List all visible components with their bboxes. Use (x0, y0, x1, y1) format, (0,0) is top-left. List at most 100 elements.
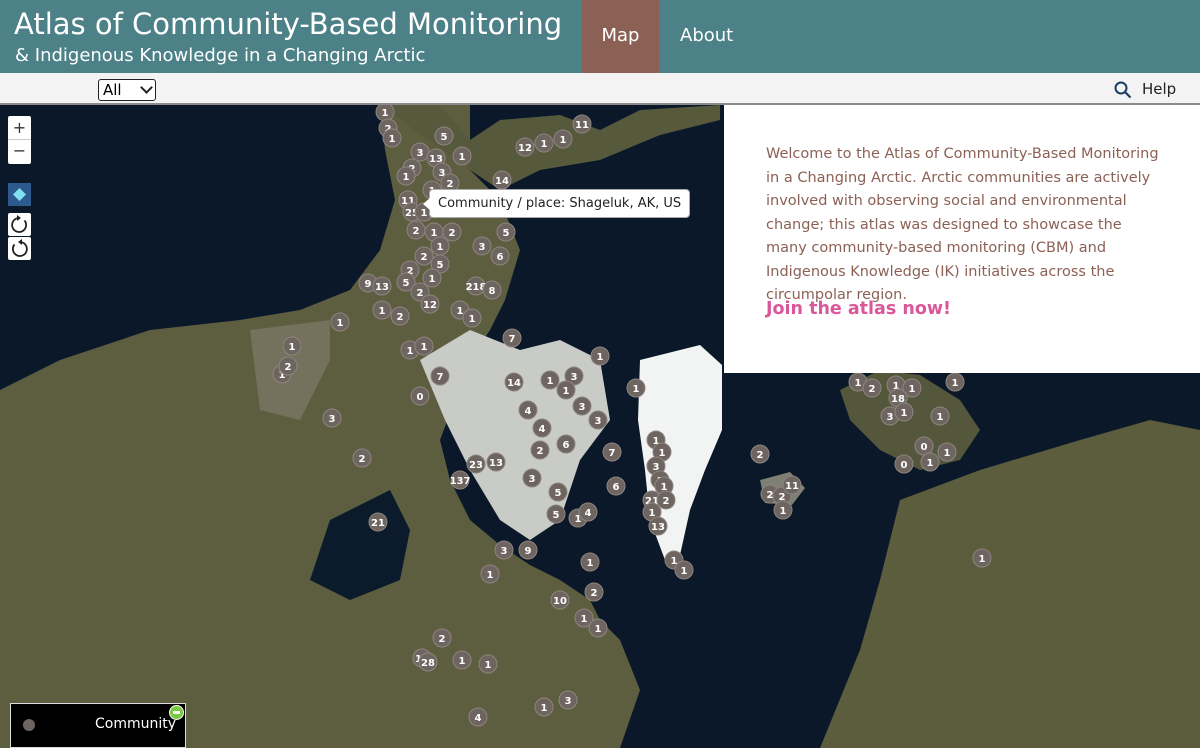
cluster-marker[interactable]: 8 (482, 280, 502, 300)
cluster-marker[interactable]: 1 (894, 402, 914, 422)
cluster-marker[interactable]: 1 (452, 146, 472, 166)
cluster-marker[interactable]: 1 (773, 500, 793, 520)
cluster-marker[interactable]: 7 (502, 328, 522, 348)
cluster-marker[interactable]: 9 (518, 540, 538, 560)
cluster-marker[interactable]: 11 (782, 475, 802, 495)
cluster-marker[interactable]: 3 (522, 468, 542, 488)
cluster-marker[interactable]: 12 (515, 137, 535, 157)
cluster-marker[interactable]: 7 (602, 442, 622, 462)
cluster-marker[interactable]: 13 (486, 452, 506, 472)
cluster-marker[interactable]: 3 (572, 396, 592, 416)
cluster-marker[interactable]: 13 (372, 276, 392, 296)
cluster-marker[interactable]: 10 (550, 590, 570, 610)
cluster-marker[interactable]: 1 (534, 133, 554, 153)
cluster-marker[interactable]: 1 (480, 564, 500, 584)
cluster-marker[interactable]: 2 (352, 448, 372, 468)
cluster-marker[interactable]: 13 (648, 516, 668, 536)
cluster-marker[interactable]: 7 (430, 366, 450, 386)
cluster-marker[interactable]: 2 (432, 628, 452, 648)
minus-circle-icon[interactable] (169, 705, 184, 720)
cluster-marker[interactable]: 1 (372, 300, 392, 320)
cluster-marker[interactable]: 2 (750, 444, 770, 464)
cluster-marker[interactable]: 1 (414, 336, 434, 356)
zoom-out-button[interactable]: − (8, 140, 31, 164)
cluster-marker[interactable]: 0 (894, 454, 914, 474)
cluster-marker[interactable]: 11 (572, 114, 592, 134)
cluster-marker[interactable]: 1 (972, 548, 992, 568)
cluster-marker[interactable]: 3 (322, 408, 342, 428)
cluster-marker[interactable]: 14 (504, 372, 524, 392)
cluster-marker[interactable]: 1 (330, 312, 350, 332)
cluster-marker[interactable]: 1 (478, 654, 498, 674)
cluster-marker[interactable]: 1 (382, 128, 402, 148)
cluster-marker[interactable]: 5 (496, 222, 516, 242)
cluster-marker[interactable]: 1 (588, 618, 608, 638)
cluster-marker[interactable]: 28 (418, 652, 438, 672)
cluster-marker[interactable]: 2 (530, 440, 550, 460)
cluster-marker[interactable]: 12 (420, 294, 440, 314)
cluster-marker[interactable]: 0 (914, 436, 934, 456)
cluster-count-label: 13 (375, 282, 389, 293)
cluster-marker[interactable]: 4 (518, 400, 538, 420)
cluster-marker[interactable]: 1 (422, 268, 442, 288)
cluster-marker[interactable]: 1 (945, 372, 965, 392)
cluster-marker[interactable]: 21 (368, 512, 388, 532)
zoom-in-button[interactable]: + (8, 116, 31, 140)
help-link[interactable]: Help (1142, 80, 1176, 98)
cluster-marker[interactable]: 3 (494, 540, 514, 560)
cluster-marker[interactable]: 4 (468, 707, 488, 727)
category-filter-select[interactable]: All (98, 79, 156, 101)
join-atlas-link[interactable]: Join the atlas now! (766, 299, 951, 319)
cluster-marker[interactable]: 5 (434, 126, 454, 146)
cluster-marker[interactable]: 2 (414, 246, 434, 266)
cluster-marker[interactable]: 2 (278, 356, 298, 376)
cluster-marker[interactable]: 1 (553, 129, 573, 149)
cluster-marker[interactable]: 6 (606, 476, 626, 496)
cluster-marker[interactable]: 1 (540, 370, 560, 390)
cluster-count-label: 1 (541, 703, 548, 714)
cluster-marker[interactable]: 6 (490, 246, 510, 266)
cluster-count-label: 4 (475, 713, 482, 724)
tab-about[interactable]: About (659, 0, 733, 73)
cluster-marker[interactable]: 1 (430, 236, 450, 256)
rotate-counterclockwise-button[interactable] (8, 237, 31, 260)
cluster-marker[interactable]: 2 (406, 220, 426, 240)
cluster-marker[interactable]: 3 (588, 410, 608, 430)
cluster-marker[interactable]: 1 (452, 650, 472, 670)
cluster-marker[interactable]: 1 (556, 380, 576, 400)
rotate-clockwise-button[interactable] (8, 213, 31, 236)
cluster-marker[interactable]: 1 (590, 346, 610, 366)
cluster-marker[interactable]: 1 (375, 105, 395, 122)
cluster-marker[interactable]: 6 (556, 434, 576, 454)
cluster-marker[interactable]: 14 (492, 170, 512, 190)
cluster-marker[interactable]: 0 (410, 386, 430, 406)
cluster-count-label: 3 (571, 372, 578, 383)
cluster-marker[interactable]: 4 (578, 502, 598, 522)
cluster-marker[interactable]: 1 (396, 166, 416, 186)
cluster-marker[interactable]: 1 (920, 452, 940, 472)
cluster-marker[interactable]: 5 (548, 482, 568, 502)
cluster-marker[interactable]: 1 (580, 552, 600, 572)
cluster-marker[interactable]: 23 (466, 454, 486, 474)
cluster-marker[interactable]: 1 (930, 406, 950, 426)
cluster-marker[interactable]: 1 (674, 560, 694, 580)
cluster-count-label: 2 (537, 446, 544, 457)
cluster-marker[interactable]: 3 (472, 236, 492, 256)
cluster-marker[interactable]: 2 (390, 306, 410, 326)
tab-map[interactable]: Map (582, 0, 659, 73)
cluster-marker[interactable]: 1 (462, 308, 482, 328)
layers-button[interactable] (8, 183, 31, 206)
cluster-marker[interactable]: 2 (656, 490, 676, 510)
cluster-marker[interactable]: 1 (534, 697, 554, 717)
cluster-marker[interactable]: 3 (558, 690, 578, 710)
cluster-marker[interactable]: 3 (410, 142, 430, 162)
cluster-marker[interactable]: 5 (546, 504, 566, 524)
search-icon[interactable] (1114, 81, 1132, 99)
cluster-marker[interactable]: 1 (626, 378, 646, 398)
cluster-marker[interactable]: 4 (532, 418, 552, 438)
cluster-marker[interactable]: 2 (862, 378, 882, 398)
cluster-marker[interactable]: 1 (937, 442, 957, 462)
cluster-marker[interactable]: 2 (442, 222, 462, 242)
cluster-marker[interactable]: 2 (584, 582, 604, 602)
cluster-marker[interactable]: 1 (282, 336, 302, 356)
